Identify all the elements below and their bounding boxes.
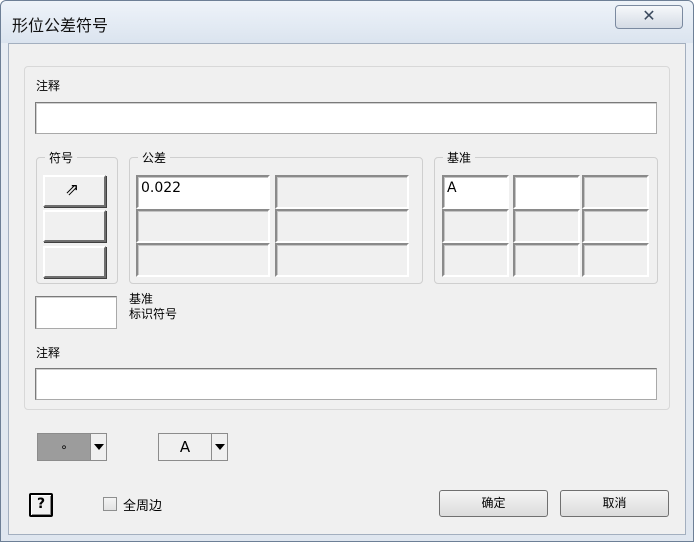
datum-id-input[interactable] <box>35 296 117 329</box>
datum-id-label-line1: 基准 <box>129 292 154 306</box>
text-style-icon: A <box>179 438 191 456</box>
tolerance-cell-1-2[interactable] <box>275 175 409 209</box>
leader-dot-icon: ∘ <box>60 440 68 454</box>
dialog-title: 形位公差符号 <box>12 16 109 35</box>
help-button[interactable]: ? <box>29 493 53 517</box>
datum-cell-2-3[interactable] <box>582 209 649 243</box>
tolerance-cell-1-1[interactable]: 0.022 <box>136 175 270 209</box>
tolerance-group-title: 公差 <box>138 149 171 166</box>
datum-cell-2-1[interactable] <box>442 209 509 243</box>
datum-cell-1-2[interactable] <box>513 175 580 209</box>
datum-cell-2-2[interactable] <box>513 209 580 243</box>
close-button[interactable]: ✕ <box>615 5 683 29</box>
tolerance-cell-3-1[interactable] <box>136 243 270 277</box>
tolerance-cell-2-1[interactable] <box>136 209 270 243</box>
help-icon: ? <box>36 496 46 512</box>
text-style-value: A <box>159 434 211 460</box>
chevron-down-icon[interactable] <box>211 434 227 460</box>
datum-cell-3-2[interactable] <box>513 243 580 277</box>
symbol-button-3[interactable] <box>43 246 106 278</box>
text-style-dropdown[interactable]: A <box>158 433 228 461</box>
symbol-group-title: 符号 <box>45 149 78 166</box>
tolerance-cell-3-2[interactable] <box>275 243 409 277</box>
cancel-button[interactable]: 取消 <box>560 490 669 517</box>
datum-cell-value: A <box>447 180 457 196</box>
note-top-input[interactable] <box>35 102 657 134</box>
datum-cell-3-1[interactable] <box>442 243 509 277</box>
tolerance-cell-2-2[interactable] <box>275 209 409 243</box>
datum-cell-1-1[interactable]: A <box>442 175 509 209</box>
note-bottom-input[interactable] <box>35 368 657 400</box>
datum-group-title: 基准 <box>443 149 476 166</box>
leader-style-dropdown[interactable]: ∘ <box>37 433 107 461</box>
note-top-label: 注释 <box>36 79 61 93</box>
all-around-checkbox[interactable] <box>103 497 117 511</box>
ok-button[interactable]: 确定 <box>439 490 548 517</box>
symbol-button-2[interactable] <box>43 210 106 242</box>
datum-id-label-line2: 标识符号 <box>129 307 178 321</box>
chevron-down-icon[interactable] <box>90 434 106 460</box>
symbol-button-1[interactable]: ⇗ <box>43 175 106 207</box>
datum-id-label: 基准 标识符号 <box>129 292 177 322</box>
datum-cell-1-3[interactable] <box>582 175 649 209</box>
note-bottom-label: 注释 <box>36 346 61 360</box>
datum-cell-3-3[interactable] <box>582 243 649 277</box>
all-around-label: 全周边 <box>123 499 163 514</box>
position-symbol-icon: ⇗ <box>65 180 80 200</box>
close-icon: ✕ <box>642 6 656 25</box>
tolerance-cell-value: 0.022 <box>141 180 182 196</box>
title-bar[interactable]: 形位公差符号 ✕ <box>1 1 693 43</box>
leader-style-value: ∘ <box>38 434 90 460</box>
